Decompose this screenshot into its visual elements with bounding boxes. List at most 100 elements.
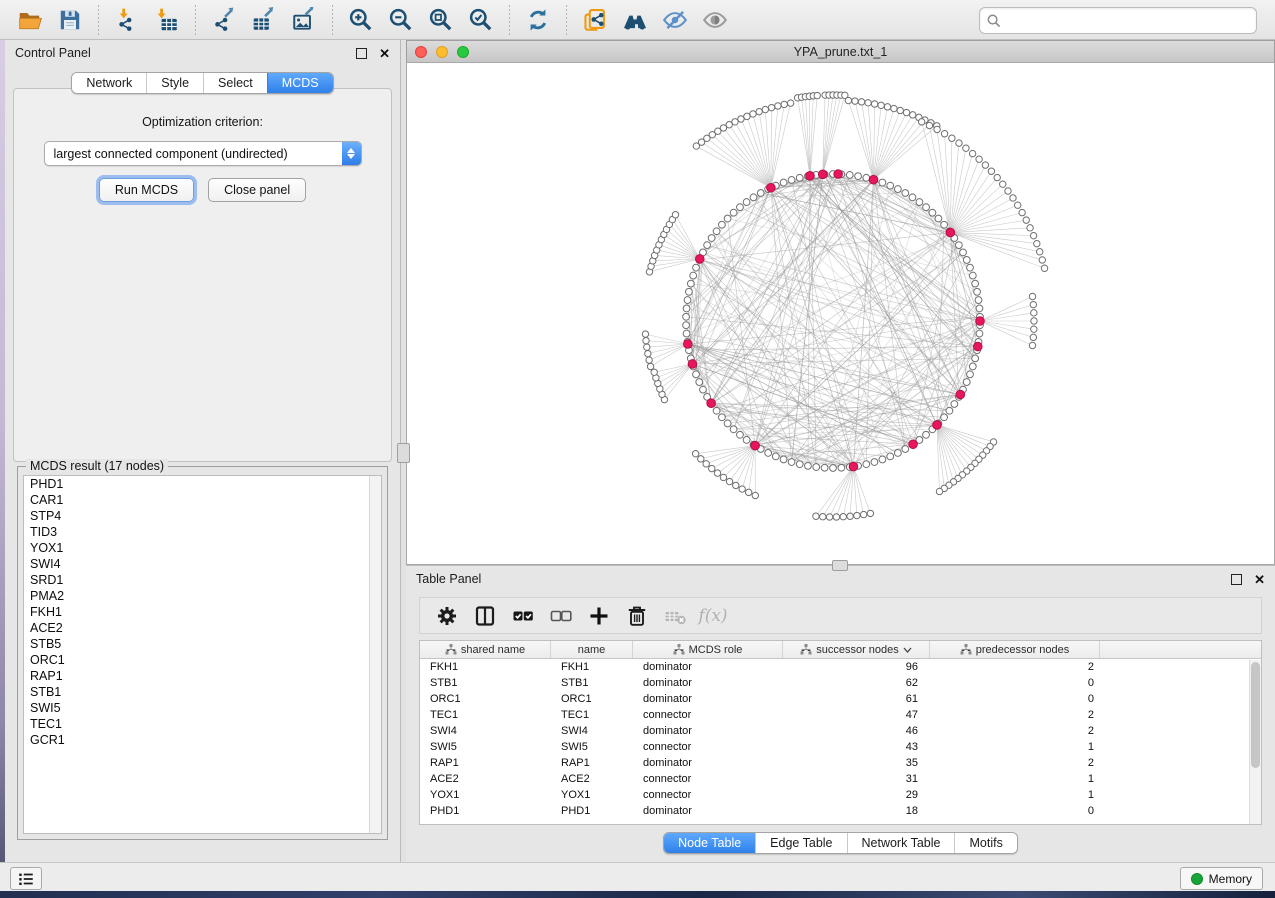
- network-node[interactable]: [651, 369, 657, 375]
- network-node[interactable]: [903, 109, 909, 115]
- mcds-hub-node[interactable]: [933, 421, 942, 430]
- result-node-item[interactable]: ACE2: [24, 620, 381, 636]
- result-node-item[interactable]: TID3: [24, 524, 381, 540]
- network-node[interactable]: [974, 288, 981, 295]
- network-node[interactable]: [858, 99, 864, 105]
- export-image-icon[interactable]: [287, 4, 321, 36]
- network-node[interactable]: [918, 119, 924, 125]
- import-table-icon[interactable]: [150, 4, 184, 36]
- network-node[interactable]: [713, 407, 720, 414]
- network-node[interactable]: [976, 156, 982, 162]
- network-node[interactable]: [646, 357, 652, 363]
- network-node[interactable]: [1023, 217, 1029, 223]
- mcds-hub-node[interactable]: [849, 462, 858, 471]
- network-node[interactable]: [647, 363, 653, 369]
- close-panel-button[interactable]: Close panel: [208, 178, 306, 202]
- network-node[interactable]: [956, 140, 962, 146]
- network-node[interactable]: [1010, 195, 1016, 201]
- network-node[interactable]: [687, 280, 694, 287]
- network-window-titlebar[interactable]: YPA_prune.txt_1: [406, 40, 1275, 62]
- network-node[interactable]: [757, 190, 764, 197]
- network-node[interactable]: [923, 431, 930, 438]
- tab-node-table[interactable]: Node Table: [664, 833, 755, 853]
- result-list-scrollbar[interactable]: [369, 476, 381, 833]
- network-node[interactable]: [897, 107, 903, 113]
- network-node[interactable]: [686, 288, 693, 295]
- result-node-item[interactable]: PHD1: [24, 476, 381, 492]
- network-node[interactable]: [737, 431, 744, 438]
- result-node-item[interactable]: PMA2: [24, 588, 381, 604]
- close-table-panel-icon[interactable]: ✕: [1254, 573, 1265, 586]
- share-document-icon[interactable]: [578, 4, 612, 36]
- network-node[interactable]: [963, 379, 970, 386]
- network-node[interactable]: [772, 453, 779, 460]
- network-node[interactable]: [976, 330, 983, 337]
- network-node[interactable]: [739, 486, 745, 492]
- network-node[interactable]: [642, 331, 648, 337]
- network-node[interactable]: [975, 297, 982, 304]
- network-node[interactable]: [994, 174, 1000, 180]
- task-history-button[interactable]: [10, 867, 42, 890]
- network-node[interactable]: [1027, 225, 1033, 231]
- network-node[interactable]: [887, 453, 894, 460]
- mcds-hub-node[interactable]: [751, 441, 760, 450]
- network-node[interactable]: [775, 103, 781, 109]
- settings-icon[interactable]: [432, 602, 462, 630]
- network-node[interactable]: [643, 337, 649, 343]
- network-node[interactable]: [941, 221, 948, 228]
- network-node[interactable]: [847, 513, 853, 519]
- network-node[interactable]: [838, 464, 845, 471]
- network-node[interactable]: [929, 209, 936, 216]
- result-node-item[interactable]: SRD1: [24, 572, 381, 588]
- network-node[interactable]: [878, 102, 884, 108]
- network-node[interactable]: [916, 199, 923, 206]
- table-scrollbar[interactable]: [1249, 660, 1261, 824]
- network-node[interactable]: [796, 461, 803, 468]
- network-node[interactable]: [762, 106, 768, 112]
- network-node[interactable]: [765, 450, 772, 457]
- network-node[interactable]: [879, 456, 886, 463]
- optimization-criterion-select[interactable]: largest connected component (undirected): [44, 141, 362, 166]
- network-node[interactable]: [672, 212, 678, 218]
- mcds-hub-node[interactable]: [956, 390, 965, 399]
- add-icon[interactable]: [584, 602, 614, 630]
- horizontal-splitter-grip[interactable]: [832, 560, 848, 571]
- network-node[interactable]: [867, 510, 873, 516]
- network-node[interactable]: [1031, 310, 1037, 316]
- column-header-successor-nodes[interactable]: successor nodes: [783, 641, 930, 658]
- network-node[interactable]: [946, 407, 953, 414]
- network-node[interactable]: [923, 204, 930, 211]
- network-node[interactable]: [967, 264, 974, 271]
- network-node[interactable]: [703, 461, 709, 467]
- zoom-fit-icon[interactable]: [424, 4, 458, 36]
- network-node[interactable]: [690, 272, 697, 279]
- network-node[interactable]: [726, 478, 732, 484]
- network-node[interactable]: [768, 104, 774, 110]
- network-node[interactable]: [805, 462, 812, 469]
- network-node[interactable]: [846, 172, 853, 179]
- refresh-icon[interactable]: [521, 4, 555, 36]
- network-node[interactable]: [1037, 249, 1043, 255]
- network-node[interactable]: [951, 401, 958, 408]
- network-node[interactable]: [719, 414, 726, 421]
- network-node[interactable]: [692, 450, 698, 456]
- table-row[interactable]: ACE2ACE2connector311: [420, 771, 1261, 787]
- network-node[interactable]: [645, 350, 651, 356]
- network-node[interactable]: [863, 461, 870, 468]
- result-node-item[interactable]: CAR1: [24, 492, 381, 508]
- tab-edge-table[interactable]: Edge Table: [755, 833, 846, 853]
- network-node[interactable]: [704, 242, 711, 249]
- network-node[interactable]: [709, 465, 715, 471]
- mcds-hub-node[interactable]: [684, 340, 693, 349]
- network-node[interactable]: [744, 113, 750, 119]
- network-node[interactable]: [902, 446, 909, 453]
- mcds-hub-node[interactable]: [834, 170, 843, 179]
- float-panel-icon[interactable]: [356, 48, 367, 59]
- network-node[interactable]: [720, 474, 726, 480]
- network-node[interactable]: [960, 249, 967, 256]
- network-node[interactable]: [693, 264, 700, 271]
- tab-style[interactable]: Style: [146, 73, 203, 93]
- network-node[interactable]: [684, 297, 691, 304]
- network-node[interactable]: [845, 97, 851, 103]
- network-node[interactable]: [745, 489, 751, 495]
